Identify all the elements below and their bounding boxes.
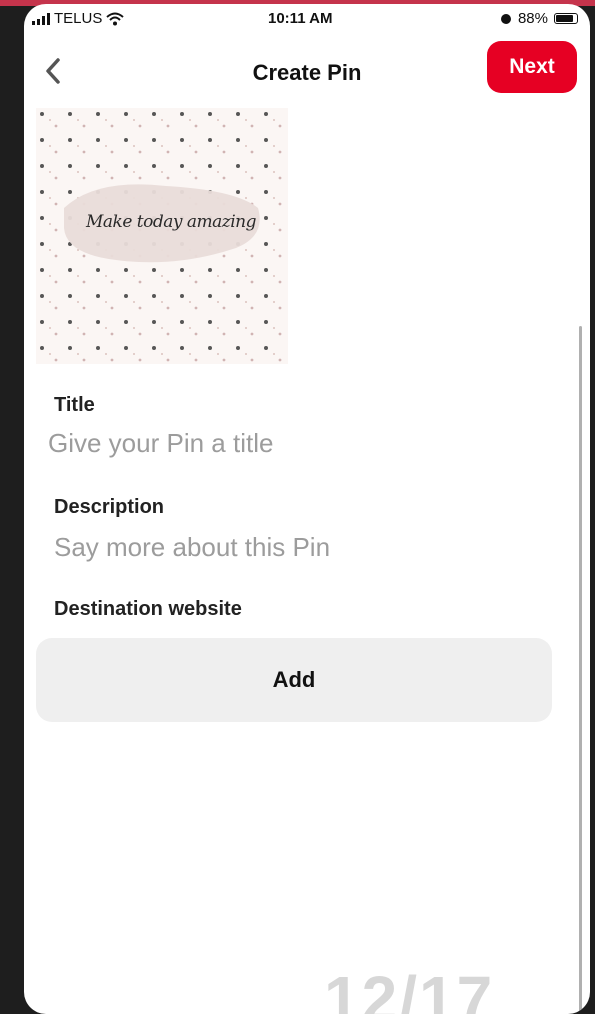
scrollbar[interactable]: [579, 326, 582, 1014]
phone-screen: TELUS 10:11 AM 88% Create Pin Next Make …: [24, 4, 590, 1014]
status-time: 10:11 AM: [268, 10, 333, 27]
nav-bar: Create Pin Next: [24, 40, 590, 102]
battery-icon: [554, 13, 578, 24]
signal-icon: [32, 12, 50, 25]
next-button[interactable]: Next: [487, 41, 577, 93]
carrier-name: TELUS: [54, 10, 103, 27]
destination-label: Destination website: [54, 598, 242, 620]
battery-percent: 88%: [517, 10, 548, 27]
status-bar: TELUS 10:11 AM 88%: [24, 4, 590, 34]
pin-image-text: Make today amazing: [86, 212, 257, 232]
description-label: Description: [54, 496, 165, 518]
title-input[interactable]: Give your Pin a title: [48, 428, 273, 459]
status-right: 88%: [500, 10, 578, 27]
description-input[interactable]: Say more about this Pin: [54, 532, 330, 563]
pin-image-art: [36, 108, 288, 364]
slide-counter: 12/17: [324, 963, 495, 1014]
add-destination-button[interactable]: Add: [36, 638, 552, 722]
status-left: TELUS: [32, 10, 125, 27]
wifi-icon: [106, 12, 125, 25]
title-label: Title: [54, 394, 95, 416]
alarm-icon: [500, 13, 511, 24]
pin-image[interactable]: Make today amazing: [36, 108, 288, 364]
